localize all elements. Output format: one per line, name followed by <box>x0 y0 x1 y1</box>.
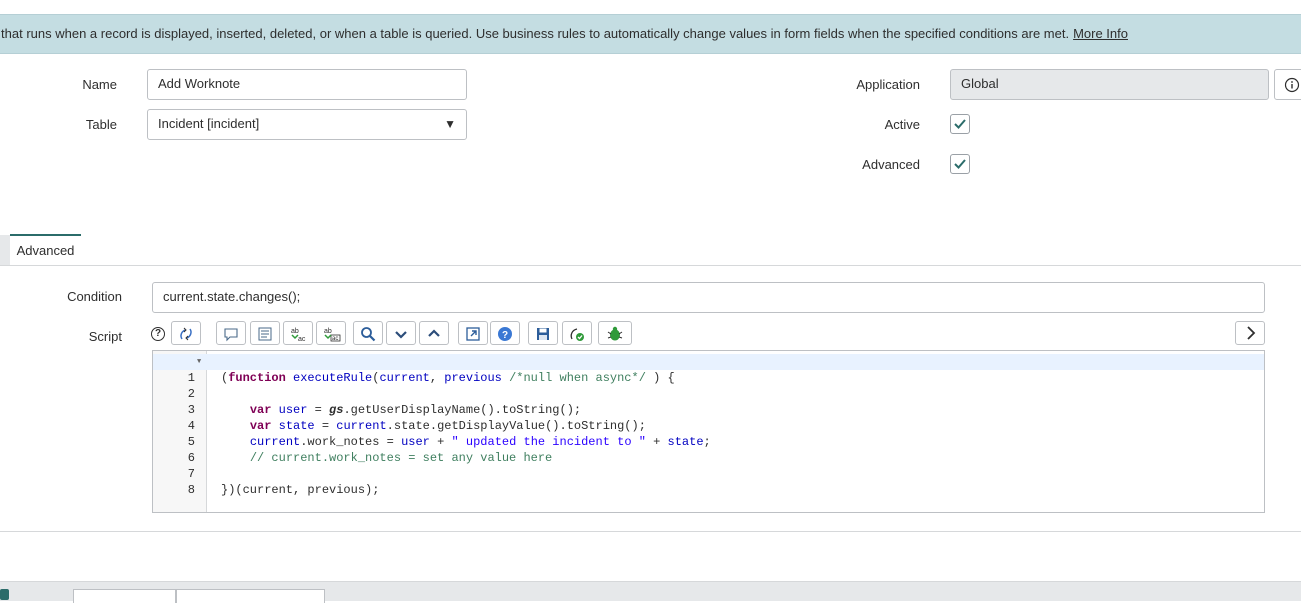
active-label: Active <box>884 117 920 132</box>
more-info-link[interactable]: More Info <box>1073 26 1128 41</box>
help-button[interactable]: ? <box>490 321 520 345</box>
application-label: Application <box>856 77 920 92</box>
related-list-tab[interactable] <box>176 589 325 603</box>
replace-icon: abac <box>291 328 306 342</box>
code-line: 6 // current.work_notes = set any value … <box>153 434 1264 465</box>
find-next-button[interactable] <box>386 321 416 345</box>
debug-icon <box>607 326 623 341</box>
fullscreen-icon <box>466 327 480 341</box>
code-line: 3 var user = gs.getUserDisplayName().toS… <box>153 386 1264 417</box>
fold-arrow-icon[interactable]: ▼ <box>197 354 201 370</box>
tab-left-edge <box>0 235 10 265</box>
toggle-comment-button[interactable] <box>216 321 246 345</box>
section-divider <box>0 531 1301 532</box>
find-previous-button[interactable] <box>419 321 449 345</box>
code-line: 2 <box>153 370 1264 401</box>
svg-text:ab: ab <box>291 328 299 335</box>
info-message: ver-side script that runs when a record … <box>0 15 1128 53</box>
code-line: 7 <box>153 450 1264 481</box>
name-field[interactable]: Add Worknote <box>147 69 467 100</box>
advanced-checkbox[interactable] <box>950 154 970 174</box>
debug-button[interactable] <box>598 321 632 345</box>
format-lines-icon <box>258 327 272 341</box>
save-icon <box>537 328 549 340</box>
svg-text:ab: ab <box>324 328 332 335</box>
chevron-up-icon <box>428 329 440 337</box>
comment-icon <box>224 328 238 342</box>
info-message-bar: ver-side script that runs when a record … <box>0 14 1301 54</box>
search-icon <box>361 327 376 342</box>
svg-text:ac: ac <box>332 336 338 342</box>
chevron-right-icon <box>1247 326 1256 340</box>
script-editor[interactable]: 1 ▼ (function executeRule(current, previou… <box>152 350 1265 513</box>
svg-text:?: ? <box>502 330 508 341</box>
format-code-icon <box>180 327 192 341</box>
checkmark-icon <box>954 159 966 169</box>
expand-panel-button[interactable] <box>1235 321 1265 345</box>
name-value: Add Worknote <box>158 76 241 91</box>
fullscreen-button[interactable] <box>458 321 488 345</box>
dropdown-caret-icon: ▼ <box>444 117 456 131</box>
code-line: 8})(current, previous); <box>153 466 1264 497</box>
tab-advanced-label: Advanced <box>16 243 75 258</box>
application-info-button[interactable] <box>1274 69 1301 100</box>
tab-advanced[interactable]: Advanced <box>10 234 81 266</box>
info-icon <box>1284 77 1300 93</box>
chevron-down-icon <box>395 331 407 339</box>
save-button[interactable] <box>528 321 558 345</box>
related-list-marker <box>0 589 9 600</box>
replace-all-icon: abac <box>324 328 341 342</box>
syntax-check-button[interactable] <box>562 321 592 345</box>
script-label: Script <box>88 329 122 344</box>
active-checkbox[interactable] <box>950 114 970 134</box>
condition-value: current.state.changes(); <box>163 289 301 304</box>
advanced-label: Advanced <box>862 157 920 172</box>
application-value: Global <box>961 76 999 91</box>
code-line: 4 var state = current.state.getDisplayVa… <box>153 402 1264 433</box>
syntax-check-icon <box>570 328 584 341</box>
condition-field[interactable]: current.state.changes(); <box>152 282 1265 313</box>
table-select[interactable]: Incident [incident] ▼ <box>147 109 467 140</box>
info-message-text: ver-side script that runs when a record … <box>0 26 1070 41</box>
checkmark-icon <box>954 119 966 129</box>
replace-button[interactable]: ab ac <box>283 321 313 345</box>
application-field: Global <box>950 69 1269 100</box>
related-list-tab[interactable] <box>73 589 176 603</box>
code-line: 5 current.work_notes = user + " updated … <box>153 418 1264 449</box>
script-help-icon[interactable]: ? <box>151 327 165 341</box>
svg-text:ac: ac <box>298 336 306 342</box>
replace-all-button[interactable]: ab ac <box>316 321 346 345</box>
table-value: Incident [incident] <box>158 116 260 131</box>
help-icon: ? <box>498 327 512 341</box>
condition-label: Condition <box>67 289 122 304</box>
format-code-button[interactable] <box>171 321 201 345</box>
name-label: Name <box>82 77 117 92</box>
code-line: 1 ▼ (function executeRule(current, previou… <box>153 354 1264 385</box>
tab-divider <box>0 265 1301 266</box>
format-button[interactable] <box>250 321 280 345</box>
table-label: Table <box>85 117 117 132</box>
search-button[interactable] <box>353 321 383 345</box>
line-number: 8 <box>187 483 195 497</box>
